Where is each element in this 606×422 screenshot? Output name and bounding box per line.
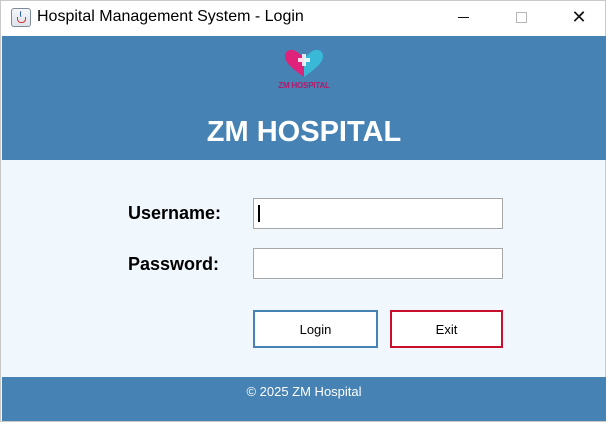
java-app-icon	[11, 8, 31, 27]
footer: © 2025 ZM Hospital	[2, 377, 606, 421]
password-input[interactable]	[253, 248, 503, 279]
text-caret	[258, 205, 260, 222]
maximize-icon	[515, 12, 527, 23]
login-button[interactable]: Login	[253, 310, 378, 348]
title-bar[interactable]: Hospital Management System - Login ✕	[1, 1, 605, 36]
minimize-button[interactable]	[434, 1, 492, 34]
window-title: Hospital Management System - Login	[37, 8, 304, 25]
username-label: Username:	[128, 203, 222, 223]
maximize-button[interactable]	[492, 1, 550, 34]
close-button[interactable]: ✕	[550, 1, 606, 34]
minimize-icon	[457, 17, 469, 18]
logo-text: ZM HOSPITAL	[278, 81, 330, 90]
exit-button[interactable]: Exit	[390, 310, 503, 348]
hospital-title: ZM HOSPITAL	[206, 116, 402, 148]
username-input[interactable]	[253, 198, 503, 229]
login-button-label: Login	[299, 321, 332, 337]
header-banner: ZM HOSPITAL ZM HOSPITAL	[2, 36, 606, 160]
login-window: Hospital Management System - Login ✕ ZM …	[0, 0, 606, 422]
exit-button-label: Exit	[435, 321, 458, 337]
hospital-logo: ZM HOSPITAL	[271, 47, 337, 93]
footer-copyright: © 2025 ZM Hospital	[246, 384, 362, 399]
password-label: Password:	[128, 254, 220, 274]
close-icon: ✕	[571, 6, 587, 28]
